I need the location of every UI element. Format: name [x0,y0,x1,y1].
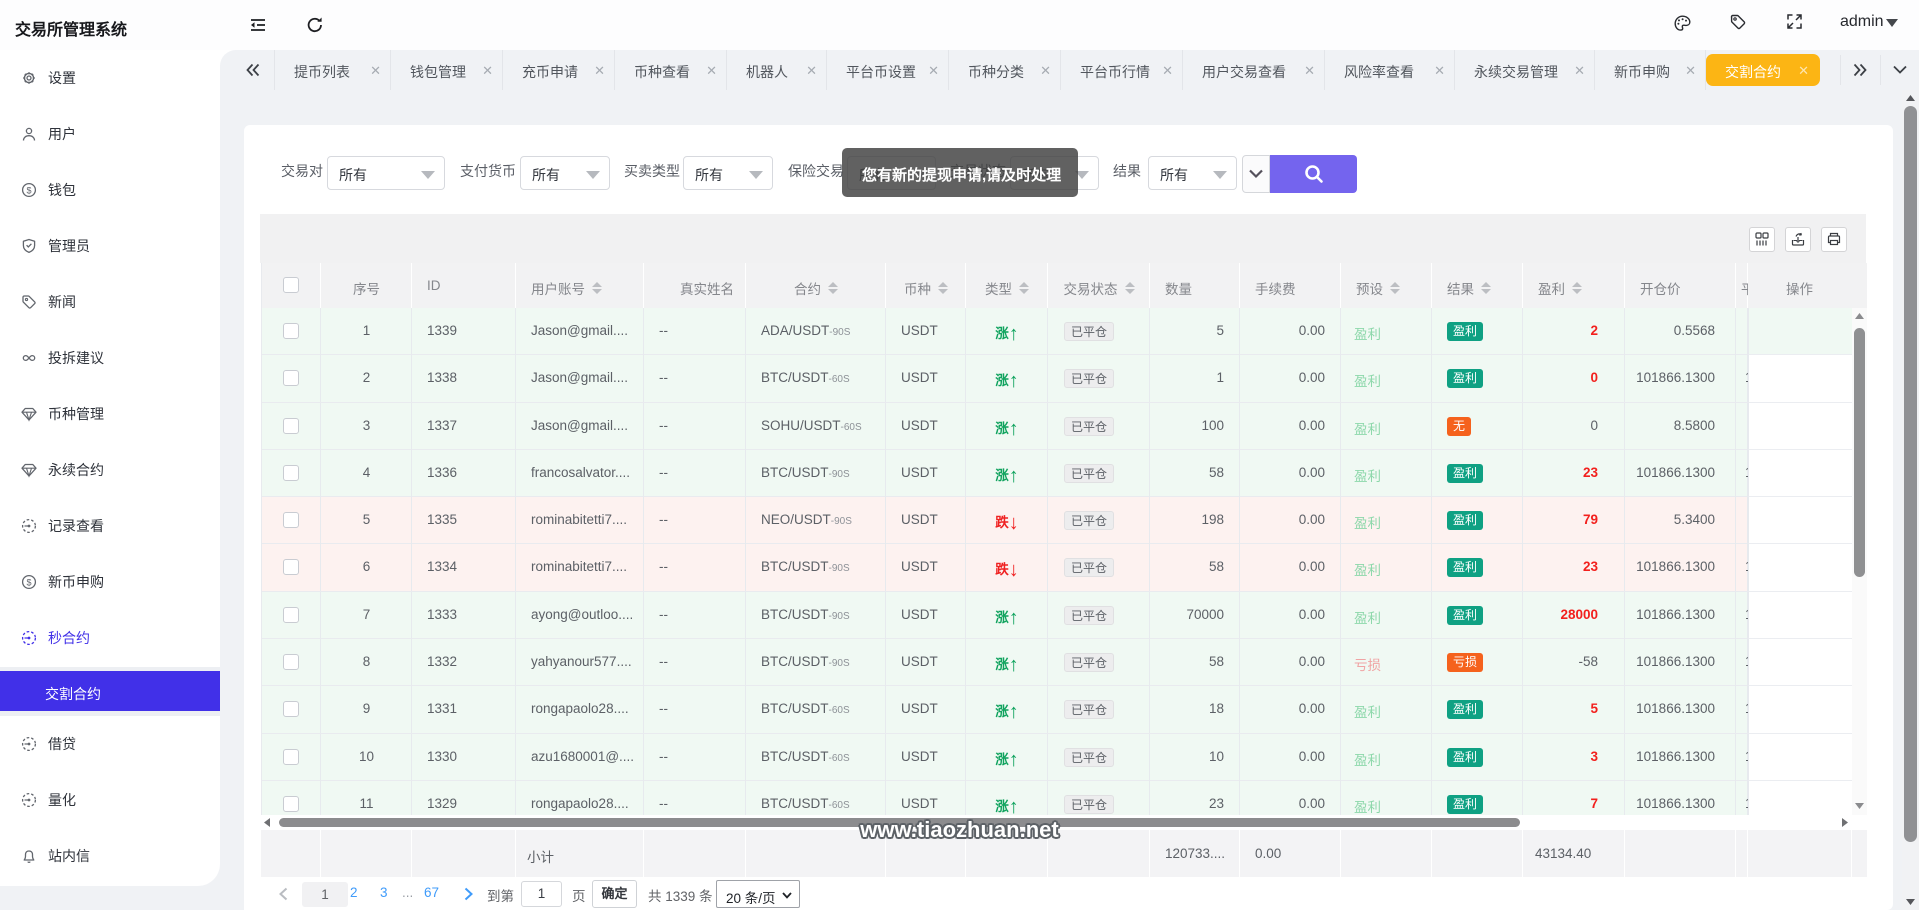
svg-text:$: $ [26,577,31,587]
svg-text:$: $ [26,185,31,195]
